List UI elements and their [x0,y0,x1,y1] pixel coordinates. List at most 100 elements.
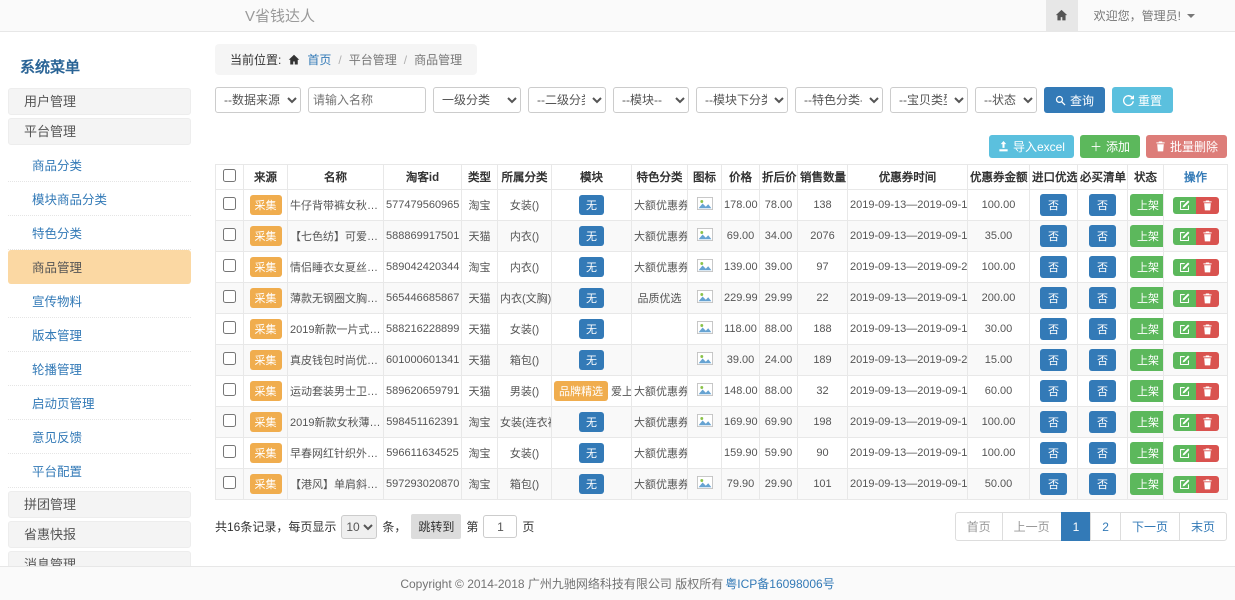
search-button[interactable]: 查询 [1044,87,1105,113]
status-button[interactable]: 上架 [1130,256,1164,278]
reset-button[interactable]: 重置 [1112,87,1173,113]
feature-category-select[interactable]: --特色分类-- [795,87,883,113]
delete-button[interactable] [1196,414,1219,431]
status-select[interactable]: --状态-- [975,87,1037,113]
status-button[interactable]: 上架 [1130,349,1164,371]
level1-category-select[interactable]: 一级分类 [433,87,521,113]
breadcrumb-home-link[interactable]: 首页 [307,51,331,68]
sidebar-item-group-buy-mgmt[interactable]: 拼团管理 [8,491,191,518]
delete-button[interactable] [1196,352,1219,369]
page-button-1[interactable]: 1 [1061,512,1092,541]
row-checkbox[interactable] [223,383,236,396]
status-button[interactable]: 上架 [1130,287,1164,309]
must-buy-toggle[interactable]: 否 [1089,318,1116,340]
sidebar-item-platform-mgmt[interactable]: 平台管理 [8,118,191,145]
row-checkbox[interactable] [223,290,236,303]
row-checkbox[interactable] [223,414,236,427]
sidebar-subitem-module-goods-category[interactable]: 模块商品分类 [8,182,191,216]
row-checkbox[interactable] [223,321,236,334]
page-button-上一页[interactable]: 上一页 [1002,512,1062,541]
row-checkbox[interactable] [223,352,236,365]
module-select[interactable]: --模块-- [613,87,689,113]
must-buy-toggle[interactable]: 否 [1089,411,1116,433]
edit-button[interactable] [1173,352,1196,369]
import-excel-button[interactable]: 导入excel [989,135,1074,158]
row-checkbox[interactable] [223,476,236,489]
delete-button[interactable] [1196,259,1219,276]
must-buy-toggle[interactable]: 否 [1089,256,1116,278]
home-button[interactable] [1046,0,1078,31]
sidebar-subitem-feature-category[interactable]: 特色分类 [8,216,191,250]
must-buy-toggle[interactable]: 否 [1089,287,1116,309]
status-button[interactable]: 上架 [1130,194,1164,216]
page-button-下一页[interactable]: 下一页 [1120,512,1180,541]
import-select-toggle[interactable]: 否 [1040,473,1067,495]
edit-button[interactable] [1173,445,1196,462]
page-number-input[interactable] [483,515,517,538]
import-select-toggle[interactable]: 否 [1040,225,1067,247]
select-all-checkbox[interactable] [223,169,236,182]
sidebar-item-province-express[interactable]: 省惠快报 [8,521,191,548]
import-select-toggle[interactable]: 否 [1040,287,1067,309]
sidebar-subitem-goods-mgmt[interactable]: 商品管理 [8,250,191,284]
status-button[interactable]: 上架 [1130,380,1164,402]
per-page-select[interactable]: 10 [341,515,377,539]
edit-button[interactable] [1173,197,1196,214]
sidebar-subitem-version-mgmt[interactable]: 版本管理 [8,318,191,352]
import-select-toggle[interactable]: 否 [1040,380,1067,402]
status-button[interactable]: 上架 [1130,411,1164,433]
edit-button[interactable] [1173,414,1196,431]
sidebar-subitem-promo-materials[interactable]: 宣传物料 [8,284,191,318]
must-buy-toggle[interactable]: 否 [1089,380,1116,402]
delete-button[interactable] [1196,228,1219,245]
import-select-toggle[interactable]: 否 [1040,318,1067,340]
must-buy-toggle[interactable]: 否 [1089,225,1116,247]
edit-button[interactable] [1173,476,1196,493]
jump-to-button[interactable]: 跳转到 [411,514,461,539]
page-button-首页[interactable]: 首页 [955,512,1003,541]
sidebar-subitem-feedback[interactable]: 意见反馈 [8,420,191,454]
delete-button[interactable] [1196,383,1219,400]
import-select-toggle[interactable]: 否 [1040,411,1067,433]
status-button[interactable]: 上架 [1130,442,1164,464]
module-sub-category-select[interactable]: --模块下分类-- [696,87,788,113]
page-button-末页[interactable]: 末页 [1179,512,1227,541]
sidebar-subitem-carousel-mgmt[interactable]: 轮播管理 [8,352,191,386]
status-button[interactable]: 上架 [1130,473,1164,495]
delete-button[interactable] [1196,476,1219,493]
delete-button[interactable] [1196,445,1219,462]
must-buy-toggle[interactable]: 否 [1089,473,1116,495]
source-filter-select[interactable]: --数据来源-- [215,87,301,113]
edit-button[interactable] [1173,228,1196,245]
status-button[interactable]: 上架 [1130,225,1164,247]
batch-delete-button[interactable]: 批量删除 [1146,135,1227,158]
must-buy-toggle[interactable]: 否 [1089,194,1116,216]
sidebar-item-user-mgmt[interactable]: 用户管理 [8,88,191,115]
edit-button[interactable] [1173,290,1196,307]
edit-button[interactable] [1173,383,1196,400]
import-select-toggle[interactable]: 否 [1040,194,1067,216]
row-checkbox[interactable] [223,445,236,458]
must-buy-toggle[interactable]: 否 [1089,442,1116,464]
delete-button[interactable] [1196,290,1219,307]
import-select-toggle[interactable]: 否 [1040,256,1067,278]
name-search-input[interactable] [308,87,426,113]
delete-button[interactable] [1196,321,1219,338]
sidebar-subitem-platform-config[interactable]: 平台配置 [8,454,191,488]
icp-link[interactable]: 粤ICP备16098006号 [725,575,834,592]
row-checkbox[interactable] [223,259,236,272]
row-checkbox[interactable] [223,197,236,210]
page-button-2[interactable]: 2 [1090,512,1121,541]
must-buy-toggle[interactable]: 否 [1089,349,1116,371]
user-menu[interactable]: 欢迎您，管理员! [1078,0,1235,31]
add-button[interactable]: ＋ 添加 [1080,135,1140,158]
sidebar-subitem-splash-page-mgmt[interactable]: 启动页管理 [8,386,191,420]
import-select-toggle[interactable]: 否 [1040,349,1067,371]
level2-category-select[interactable]: --二级分类-- [528,87,606,113]
status-button[interactable]: 上架 [1130,318,1164,340]
edit-button[interactable] [1173,321,1196,338]
edit-button[interactable] [1173,259,1196,276]
delete-button[interactable] [1196,197,1219,214]
sidebar-subitem-goods-category[interactable]: 商品分类 [8,148,191,182]
row-checkbox[interactable] [223,228,236,241]
